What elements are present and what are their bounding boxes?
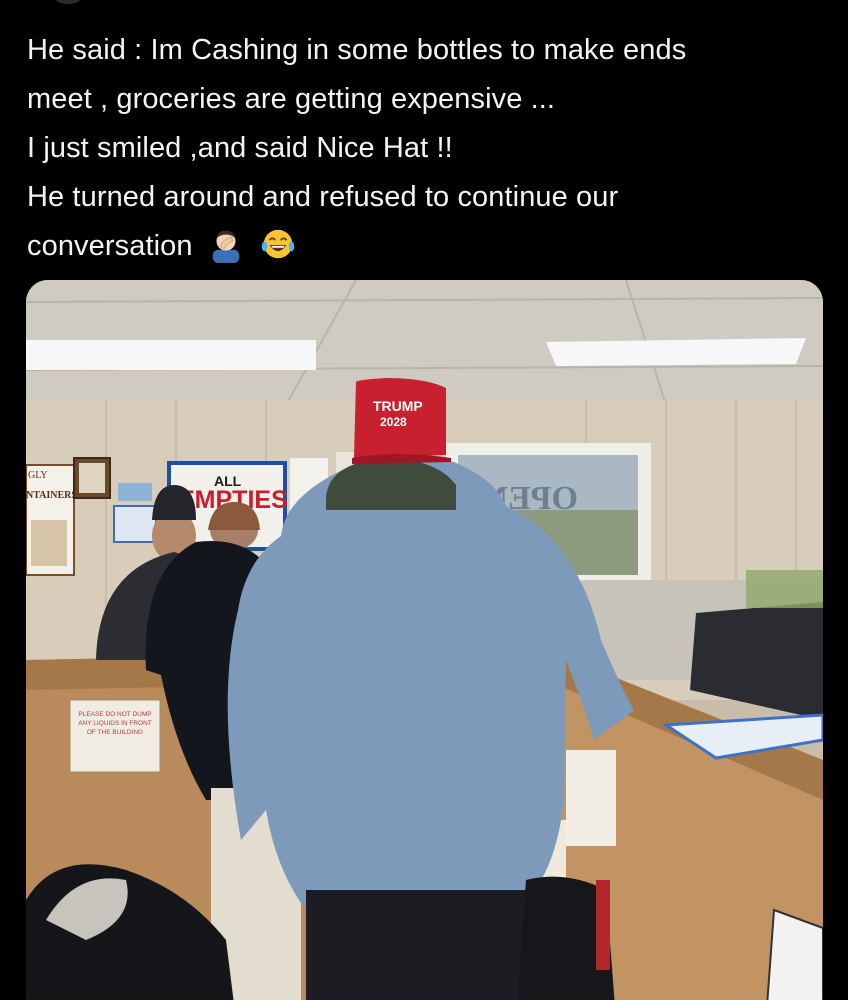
- post-text: He said : Im Cashing in some bottles to …: [27, 26, 817, 271]
- ceiling-light: [546, 338, 806, 366]
- post-line: meet , groceries are getting expensive .…: [27, 83, 556, 115]
- post-line: I just smiled ,and said Nice Hat !!: [27, 132, 453, 164]
- post-line: He turned around and refused to continue…: [27, 181, 619, 213]
- ceiling-light: [26, 340, 316, 370]
- dark-pants: [306, 890, 526, 1000]
- hat-brand: TRUMP: [373, 398, 423, 414]
- hat-year: 2028: [380, 415, 407, 429]
- poster-text: GLY: [28, 470, 48, 481]
- man-facepalming-icon: [212, 230, 240, 263]
- counter-notice-text: PLEASE DO NOT DUMP ANY LIQUIDS IN FRONT …: [78, 711, 152, 736]
- avatar[interactable]: [46, 0, 90, 4]
- post-line: He said : Im Cashing in some bottles to …: [27, 34, 687, 66]
- face-with-tears-of-joy-icon: [261, 229, 295, 259]
- post-photo[interactable]: GLY NTAINERS ALL EMPTIES OPEN PLEASE DO …: [26, 280, 823, 1000]
- wall-sign: [118, 483, 152, 501]
- photo-scene: GLY NTAINERS ALL EMPTIES OPEN PLEASE DO …: [26, 280, 823, 1000]
- poster-text: NTAINERS: [26, 490, 77, 501]
- post-line-last: conversation: [27, 222, 817, 271]
- bottles-pile: [746, 570, 823, 608]
- monitor: [690, 602, 823, 720]
- counter-poster: [566, 750, 616, 846]
- post-line: conversation: [27, 230, 193, 262]
